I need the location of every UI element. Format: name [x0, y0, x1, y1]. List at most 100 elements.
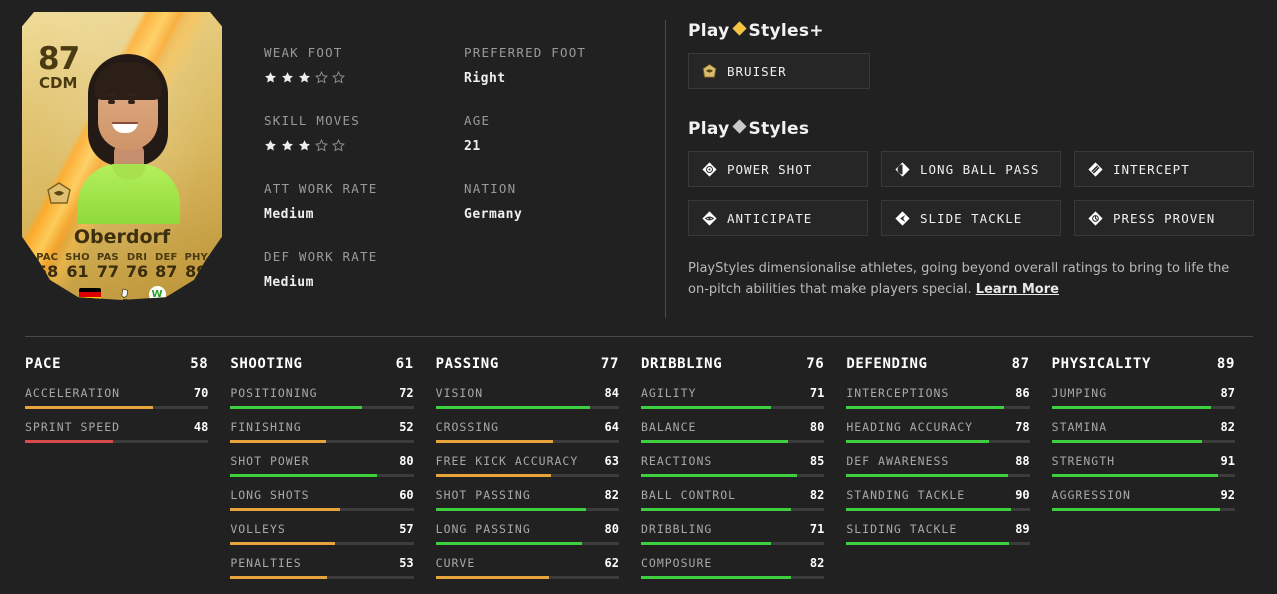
playstyles-list: POWER SHOT LONG BALL PASS INTERCEPT ANTI… [688, 151, 1258, 236]
player-card-face: 87 CDM Oberdorf PAC 58 SHO 61 PAS 77 DRI… [22, 12, 222, 300]
playstyles-panel: Play Styles+ BRUISER Play Styles POWER S… [688, 20, 1258, 300]
stat-row-value: 52 [399, 420, 414, 434]
stat-column-value: 87 [1011, 356, 1030, 372]
stat-row-name: BALANCE [640, 420, 697, 434]
playstyle-chip-anticipate[interactable]: ANTICIPATE [688, 200, 868, 236]
intercept-icon [1087, 161, 1104, 178]
stat-row-bar-fill [230, 576, 328, 579]
card-stat: PHY 89 [184, 252, 208, 281]
playstyle-chip-bruiser[interactable]: BRUISER [688, 53, 870, 89]
stat-row: FINISHING 52 [230, 420, 414, 443]
stat-row: ACCELERATION 70 [25, 386, 209, 409]
club-initial: W [151, 288, 163, 300]
card-stat: SHO 61 [65, 252, 90, 281]
stat-row: FREE KICK ACCURACY 63 [435, 454, 619, 477]
stat-column-name: PACE [25, 356, 62, 372]
playstyle-chip-power-shot[interactable]: POWER SHOT [688, 151, 868, 187]
card-stat-value: 76 [125, 262, 149, 281]
stat-row-value: 80 [399, 454, 414, 468]
stat-row: LONG PASSING 80 [435, 522, 619, 545]
attr-age: AGE 21 [464, 114, 644, 154]
stat-column-value: 58 [190, 356, 209, 372]
stat-row-bar-track [1051, 508, 1235, 511]
stat-row-name: FREE KICK ACCURACY [435, 454, 579, 468]
player-card[interactable]: 87 CDM Oberdorf PAC 58 SHO 61 PAS 77 DRI… [22, 12, 222, 300]
star-filled-icon [264, 69, 277, 83]
stat-column-defending: DEFENDING 87 INTERCEPTIONS 86 HEADING ACCURA… [846, 356, 1051, 590]
stat-row-bar-fill [230, 406, 363, 409]
stat-row-value: 64 [604, 420, 619, 434]
playstyle-chip-press-proven[interactable]: PRESS PROVEN [1074, 200, 1254, 236]
stat-row-name: CURVE [435, 556, 476, 570]
learn-more-link[interactable]: Learn More [976, 282, 1059, 297]
stat-row-name: CROSSING [435, 420, 500, 434]
stat-column-passing: PASSING 77 VISION 84 CROSSING 64 FREE KICK ACC… [435, 356, 641, 590]
stat-row-bar-fill [25, 440, 113, 443]
stat-row: STAMINA 82 [1051, 420, 1235, 443]
card-stat-value: 89 [185, 262, 208, 281]
stat-row-bar-fill [435, 440, 553, 443]
stat-column-name: DEFENDING [846, 356, 928, 372]
stat-row: INTERCEPTIONS 86 [846, 386, 1030, 409]
stat-column-header: PACE 58 [25, 356, 208, 372]
stat-row: LONG SHOTS 60 [230, 488, 414, 511]
playstyle-label: POWER SHOT [727, 161, 813, 177]
stat-row: BALL CONTROL 82 [640, 488, 825, 511]
stat-column-header: DRIBBLING 76 [641, 356, 824, 372]
playstyle-chip-slide-tackle[interactable]: SLIDE TACKLE [881, 200, 1061, 236]
stat-row-bar-track [640, 508, 825, 511]
stat-row: AGGRESSION 92 [1051, 488, 1235, 511]
stat-row-bar-fill [846, 406, 1004, 409]
stat-row-value: 87 [1220, 386, 1235, 400]
attr-label: DEF WORK RATE [264, 249, 378, 265]
stat-row-bar-fill [846, 508, 1012, 511]
star-filled-icon [298, 69, 311, 83]
stat-row: DEF AWARENESS 88 [846, 454, 1030, 477]
player-detail-page: 87 CDM Oberdorf PAC 58 SHO 61 PAS 77 DRI… [0, 0, 1277, 594]
attr-nation: NATION Germany [464, 182, 644, 222]
stat-row-name: DRIBBLING [640, 522, 713, 536]
stat-row-value: 90 [1015, 488, 1030, 502]
stat-row-bar-track [435, 576, 619, 579]
stat-column-dribbling: DRIBBLING 76 AGILITY 71 BALANCE 80 REACTIONS 85… [640, 356, 846, 590]
playstyle-chip-long-ball-pass[interactable]: LONG BALL PASS [881, 151, 1061, 187]
stat-row-name: ACCELERATION [25, 386, 121, 400]
vfl-wolfsburg-crest-icon: W [148, 286, 166, 300]
stat-row: PENALTIES 53 [230, 556, 414, 579]
attr-def-work-rate: DEF WORK RATE Medium [264, 250, 464, 290]
stat-row-bar-track [1051, 440, 1235, 443]
stat-row-bar-fill [1051, 508, 1221, 511]
card-player-name: Oberdorf [73, 226, 171, 248]
attr-empty-slot [464, 250, 644, 290]
stat-row-bar-fill [640, 406, 772, 409]
stat-row: AGILITY 71 [640, 386, 825, 409]
stat-row: JUMPING 87 [1051, 386, 1235, 409]
stat-row: BALANCE 80 [640, 420, 825, 443]
stat-row-name: VISION [435, 386, 484, 400]
star-filled-icon [264, 137, 277, 151]
attr-preferred-foot: PREFERRED FOOT Right [464, 46, 644, 86]
stat-row-value: 63 [604, 454, 619, 468]
stat-row-bar-track [230, 406, 414, 409]
long-ball-pass-icon [894, 161, 911, 178]
playstyle-plus-badge-icon [47, 182, 71, 206]
stat-row-bar-fill [435, 576, 550, 579]
power-shot-icon [701, 161, 718, 178]
stat-row-bar-track [435, 508, 619, 511]
stat-row-value: 62 [604, 556, 619, 570]
stat-row-value: 85 [809, 454, 825, 468]
stat-column-pace: PACE 58 ACCELERATION 70 SPRINT SPEED 48 [25, 356, 230, 590]
stat-row-bar-fill [230, 440, 326, 443]
stat-row-bar-fill [640, 474, 797, 477]
stat-row-value: 78 [1015, 420, 1030, 434]
attr-weak-foot: WEAK FOOT [264, 46, 464, 86]
playstyles-plus-heading: Play Styles+ [688, 20, 1258, 42]
stat-row-bar-fill [640, 576, 792, 579]
playstyle-chip-intercept[interactable]: INTERCEPT [1074, 151, 1254, 187]
stat-row-name: STAMINA [1051, 420, 1108, 434]
stat-row-bar-fill [435, 508, 586, 511]
stat-row: VISION 84 [435, 386, 619, 409]
stat-row-value: 80 [604, 522, 619, 536]
stat-row-name: SHOT PASSING [435, 488, 531, 502]
stat-row-bar-fill [435, 474, 552, 477]
